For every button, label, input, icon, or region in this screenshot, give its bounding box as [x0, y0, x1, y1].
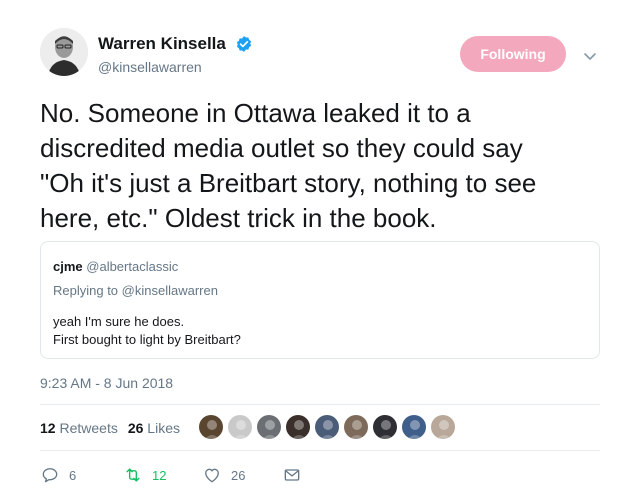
divider	[40, 404, 600, 405]
like-button[interactable]: 26	[202, 465, 245, 485]
direct-message-button[interactable]	[282, 465, 302, 485]
liker-avatar[interactable]	[227, 414, 253, 440]
author-handle[interactable]: @kinsellawarren	[98, 59, 202, 75]
engagement-stats: 12 Retweets 26 Likes	[40, 420, 180, 436]
liker-avatar[interactable]	[372, 414, 398, 440]
chevron-down-icon[interactable]	[582, 48, 598, 64]
liker-avatar[interactable]	[256, 414, 282, 440]
liker-avatar[interactable]	[198, 414, 224, 440]
retweet-icon	[126, 468, 140, 482]
author-photo	[40, 28, 88, 76]
liker-avatars	[198, 414, 459, 440]
liker-avatar[interactable]	[401, 414, 427, 440]
liker-avatar[interactable]	[343, 414, 369, 440]
reply-count: 6	[69, 467, 77, 483]
retweets-stat[interactable]: 12 Retweets	[40, 420, 118, 436]
following-button[interactable]: Following	[460, 36, 566, 72]
tweet-text: No. Someone in Ottawa leaked it to a dis…	[40, 98, 537, 233]
quoted-tweet-text: yeah I'm sure he does. First bought to l…	[53, 314, 241, 347]
liker-avatar[interactable]	[314, 414, 340, 440]
envelope-icon	[284, 469, 300, 481]
likes-stat[interactable]: 26 Likes	[128, 420, 180, 436]
liker-avatar[interactable]	[285, 414, 311, 440]
tweet-timestamp[interactable]: 9:23 AM - 8 Jun 2018	[40, 375, 173, 391]
quoted-tweet[interactable]: cjme @albertaclassic Replying to @kinsel…	[40, 241, 600, 359]
quoted-author-name: cjme	[53, 259, 83, 274]
author-avatar[interactable]	[40, 28, 88, 76]
heart-icon	[205, 468, 219, 483]
quoted-replying-to: Replying to @kinsellawarren	[53, 283, 218, 298]
tweet-card: Warren Kinsella @kinsellawarren Followin…	[0, 0, 638, 495]
retweet-button[interactable]: 12	[123, 465, 166, 485]
quoted-author: cjme @albertaclassic	[53, 259, 178, 274]
like-count: 26	[231, 467, 246, 483]
liker-avatar[interactable]	[430, 414, 456, 440]
retweet-count: 12	[152, 467, 167, 483]
reply-icon	[42, 468, 58, 483]
quoted-author-handle: @albertaclassic	[86, 259, 179, 274]
divider	[40, 450, 600, 451]
reply-button[interactable]: 6	[40, 465, 76, 485]
author-name[interactable]: Warren Kinsella	[98, 34, 226, 54]
verified-badge-icon	[236, 36, 252, 52]
